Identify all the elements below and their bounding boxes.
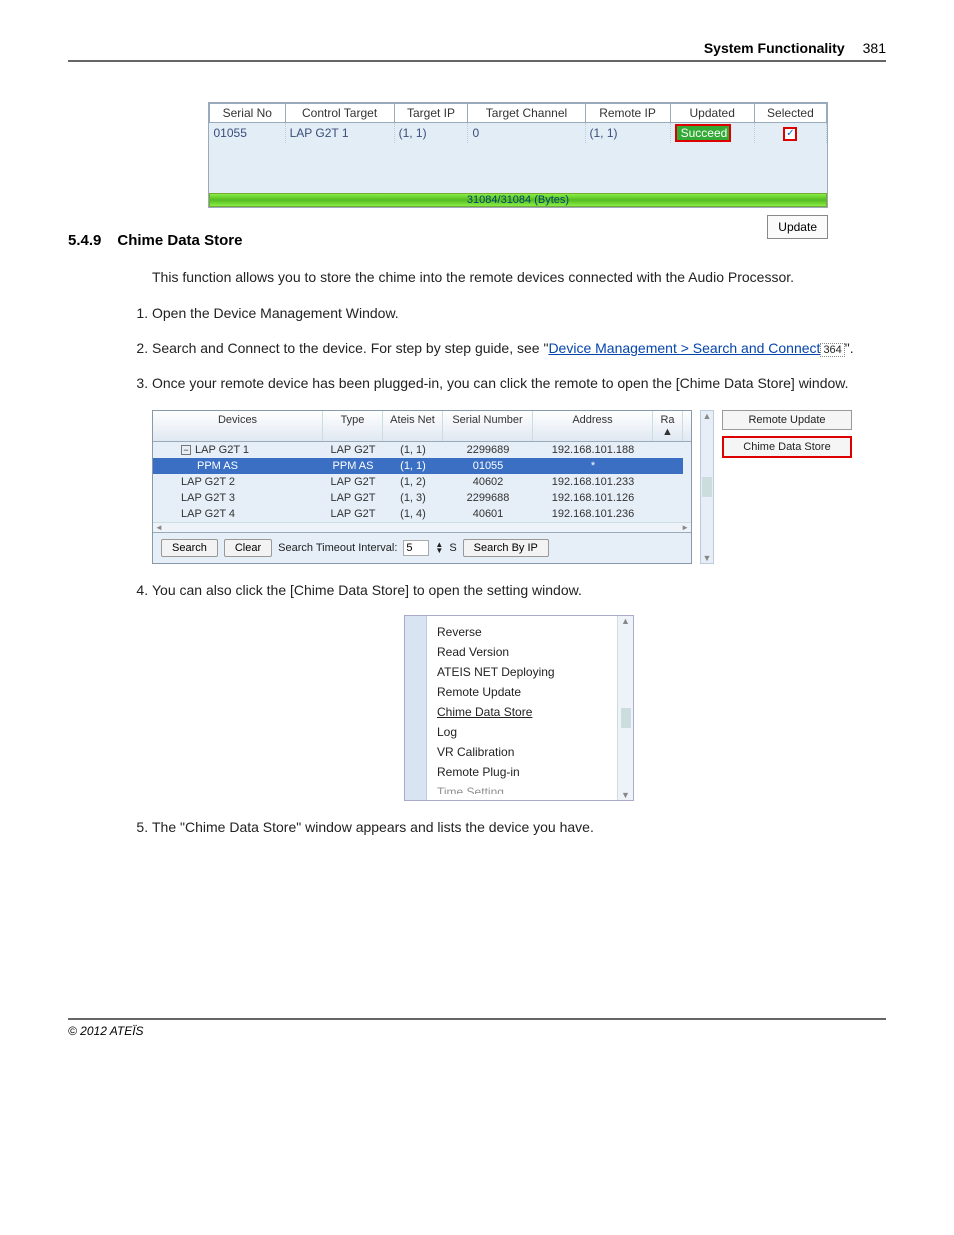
horizontal-scrollbar[interactable]	[153, 522, 691, 532]
device-name: LAP G2T 4	[153, 506, 323, 522]
table-header-row: Serial No Control Target Target IP Targe…	[210, 104, 827, 123]
progress-text: 31084/31084 (Bytes)	[467, 194, 569, 206]
steps-list: Open the Device Management Window. Searc…	[152, 303, 886, 838]
dm-col-ateis: Ateis Net	[383, 411, 443, 441]
col-target-channel: Target Channel	[468, 104, 585, 123]
cell-updated: Succeed	[670, 123, 754, 144]
table-row[interactable]: 01055 LAP G2T 1 (1, 1) 0 (1, 1) Succeed …	[210, 123, 827, 144]
section-number: 5.4.9	[68, 232, 101, 249]
device-row[interactable]: LAP G2T 2 LAP G2T(1, 2)40602192.168.101.…	[153, 474, 691, 490]
menu-item-log[interactable]: Log	[437, 722, 607, 742]
step-1: Open the Device Management Window.	[152, 303, 886, 324]
cell-serial: 01055	[210, 123, 286, 144]
col-updated: Updated	[670, 104, 754, 123]
device-name: −LAP G2T 1	[153, 442, 323, 458]
remote-update-button[interactable]: Remote Update	[722, 410, 852, 430]
context-menu: Reverse Read Version ATEIS NET Deploying…	[404, 615, 634, 801]
scroll-down-icon: ▼	[703, 553, 712, 563]
side-panel: Remote Update Chime Data Store	[722, 410, 852, 564]
cell-remote-ip: (1, 1)	[585, 123, 670, 144]
cell-control-target: LAP G2T 1	[285, 123, 394, 144]
step-5: The "Chime Data Store" window appears an…	[152, 817, 886, 838]
step-3: Once your remote device has been plugged…	[152, 373, 886, 394]
col-target-ip: Target IP	[394, 104, 468, 123]
clear-button[interactable]: Clear	[224, 539, 272, 557]
section-heading: 5.4.9 Chime Data Store	[68, 232, 886, 249]
intro-text: This function allows you to store the ch…	[152, 267, 886, 287]
scroll-up-icon: ▲	[703, 411, 712, 421]
menu-item-vr-calibration[interactable]: VR Calibration	[437, 742, 607, 762]
col-selected: Selected	[754, 104, 826, 123]
device-mgmt-window: Devices Type Ateis Net Serial Number Add…	[152, 410, 886, 564]
device-name: LAP G2T 2	[153, 474, 323, 490]
menu-item-reverse[interactable]: Reverse	[437, 622, 607, 642]
page-header: System Functionality 381	[68, 40, 886, 62]
seconds-label: S	[449, 542, 456, 554]
page-ref: 364	[820, 343, 844, 357]
col-control-target: Control Target	[285, 104, 394, 123]
device-mgmt-link[interactable]: Device Management > Search and Connect	[548, 340, 820, 356]
progress-bar: 31084/31084 (Bytes)	[209, 193, 827, 207]
menu-item-chime-data-store[interactable]: Chime Data Store	[437, 702, 607, 722]
menu-item-remote-update[interactable]: Remote Update	[437, 682, 607, 702]
tree-collapse-icon[interactable]: −	[181, 445, 191, 455]
header-title: System Functionality	[704, 40, 845, 56]
page-number: 381	[863, 40, 886, 56]
section-title: Chime Data Store	[117, 232, 242, 249]
device-name: LAP G2T 3	[153, 490, 323, 506]
dm-col-ra[interactable]: Ra ▲	[653, 411, 683, 441]
status-badge: Succeed	[675, 124, 731, 142]
step-2: Search and Connect to the device. For st…	[152, 338, 886, 359]
cell-selected: ✓	[754, 123, 826, 144]
cell-target-ip: (1, 1)	[394, 123, 468, 144]
device-table-footer: Search Clear Search Timeout Interval: ▲▼…	[153, 532, 691, 563]
selected-checkbox[interactable]: ✓	[783, 127, 797, 141]
device-table-header: Devices Type Ateis Net Serial Number Add…	[153, 411, 691, 442]
vertical-scrollbar[interactable]: ▲▼	[700, 410, 714, 564]
timeout-label: Search Timeout Interval:	[278, 542, 397, 554]
sort-asc-icon: ▲	[662, 426, 673, 438]
device-row-selected[interactable]: PPM AS PPM AS(1, 1)01055*	[153, 458, 691, 474]
menu-item-remote-plugin[interactable]: Remote Plug-in	[437, 762, 607, 782]
scroll-down-icon: ▼	[621, 790, 630, 800]
menu-item-ateis-deploy[interactable]: ATEIS NET Deploying	[437, 662, 607, 682]
search-button[interactable]: Search	[161, 539, 218, 557]
dm-col-address: Address	[533, 411, 653, 441]
menu-gutter	[405, 616, 427, 800]
search-by-ip-button[interactable]: Search By IP	[463, 539, 549, 557]
menu-list: Reverse Read Version ATEIS NET Deploying…	[427, 616, 617, 800]
dm-col-serial: Serial Number	[443, 411, 533, 441]
scroll-up-icon: ▲	[621, 616, 630, 626]
menu-item-read-version[interactable]: Read Version	[437, 642, 607, 662]
col-remote-ip: Remote IP	[585, 104, 670, 123]
update-button[interactable]: Update	[767, 215, 828, 239]
step-4: You can also click the [Chime Data Store…	[152, 580, 886, 601]
dm-col-type: Type	[323, 411, 383, 441]
device-table: Devices Type Ateis Net Serial Number Add…	[152, 410, 692, 564]
menu-scrollbar[interactable]: ▲▼	[617, 616, 633, 800]
cell-target-channel: 0	[468, 123, 585, 144]
col-serial: Serial No	[210, 104, 286, 123]
dm-col-devices: Devices	[153, 411, 323, 441]
chime-data-store-button[interactable]: Chime Data Store	[722, 436, 852, 458]
device-row[interactable]: −LAP G2T 1 LAP G2T(1, 1)2299689192.168.1…	[153, 442, 691, 458]
timeout-input[interactable]	[403, 540, 429, 556]
update-status-table: Serial No Control Target Target IP Targe…	[208, 102, 828, 208]
spinner-icon[interactable]: ▲▼	[435, 542, 443, 554]
device-row[interactable]: LAP G2T 4 LAP G2T(1, 4)40601192.168.101.…	[153, 506, 691, 522]
device-row[interactable]: LAP G2T 3 LAP G2T(1, 3)2299688192.168.10…	[153, 490, 691, 506]
menu-item-time-setting[interactable]: Time Setting	[437, 782, 607, 794]
device-name: PPM AS	[153, 458, 323, 474]
page-footer: © 2012 ATEÏS	[68, 1018, 886, 1038]
